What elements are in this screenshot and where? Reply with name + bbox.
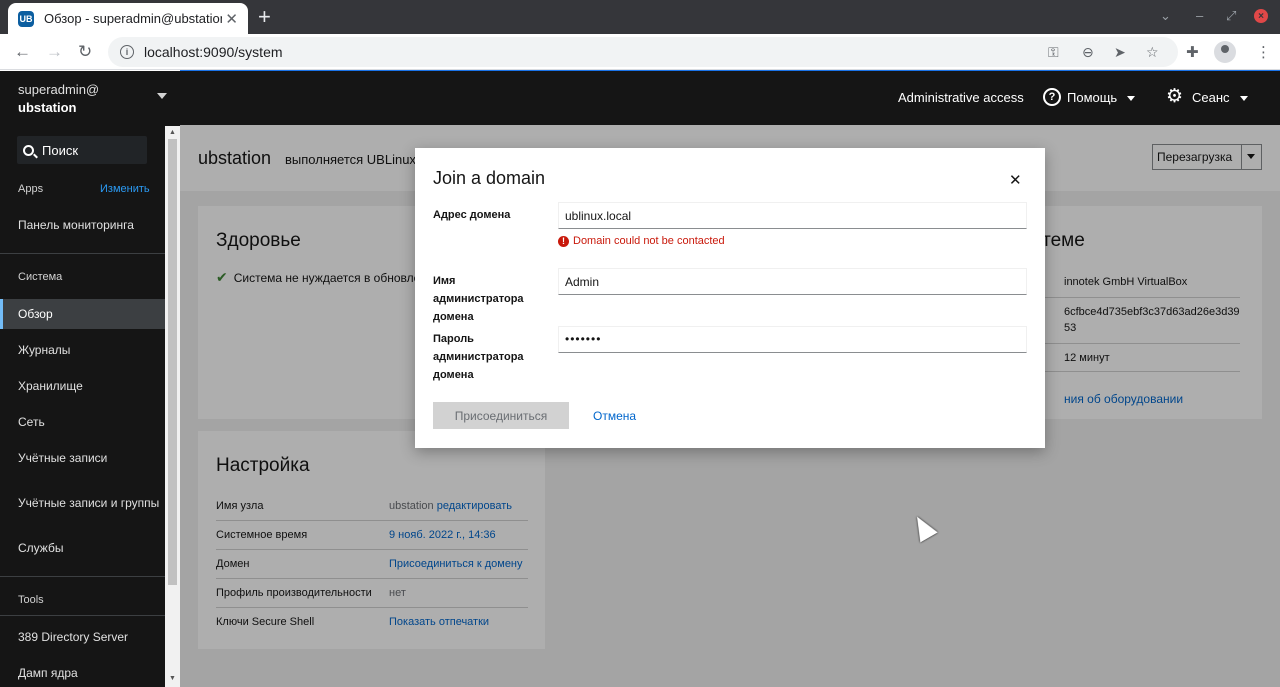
admin-access-button[interactable]: Administrative access — [898, 90, 1024, 105]
sidebar-item-monitoring[interactable]: Панель мониторинга — [0, 210, 165, 240]
admin-password-label-line2: администратора — [433, 351, 524, 363]
host-switcher[interactable]: superadmin@ ubstation — [18, 81, 99, 117]
gear-icon[interactable]: ⚙ — [1166, 87, 1186, 107]
sidebar-item-389-ds[interactable]: 389 Directory Server — [0, 622, 165, 652]
key-icon[interactable]: ⚿ — [1048, 44, 1059, 61]
domain-error-text: Domain could not be contacted — [573, 235, 725, 247]
domain-address-input[interactable] — [558, 202, 1027, 229]
join-button[interactable]: Присоединиться — [433, 402, 569, 429]
search-label: Поиск — [42, 142, 79, 158]
bookmark-star-icon[interactable]: ☆ — [1146, 44, 1159, 61]
help-icon[interactable]: ? — [1043, 88, 1061, 106]
sidebar-item-services[interactable]: Службы — [0, 533, 165, 563]
url-text[interactable]: localhost:9090/system — [144, 44, 283, 60]
session-menu-button[interactable]: Сеанс — [1192, 90, 1230, 105]
admin-name-label: Имя администратора домена — [433, 272, 548, 326]
host-user: superadmin@ — [18, 82, 100, 97]
join-domain-dialog: Join a domain ✕ Адрес домена ! Domain co… — [415, 148, 1045, 448]
masthead: Administrative access ? Помощь ⚙ Сеанс — [180, 71, 1280, 125]
tab-close-icon[interactable]: ✕ — [225, 10, 238, 28]
admin-name-label-line2: домена — [433, 311, 474, 323]
admin-password-label-line1: Пароль — [433, 333, 474, 345]
site-info-icon[interactable]: i — [120, 45, 134, 59]
sidebar-item-accounts[interactable]: Учётные записи — [0, 443, 165, 473]
browser-toolbar: ← → ↻ i localhost:9090/system ⚿ ⊖ ➤ ☆ ✚ … — [0, 34, 1280, 70]
sidebar-item-kdump[interactable]: Дамп ядра — [0, 658, 165, 687]
admin-password-input[interactable]: ••••••• — [558, 326, 1027, 353]
sidebar-item-storage[interactable]: Хранилище — [0, 371, 165, 401]
scroll-up-icon[interactable]: ▲ — [169, 129, 176, 136]
sidebar-divider — [0, 576, 165, 577]
extensions-icon[interactable]: ✚ — [1186, 43, 1199, 61]
new-tab-icon[interactable]: + — [258, 4, 271, 30]
search-icon — [23, 144, 34, 156]
forward-icon[interactable]: → — [46, 42, 63, 62]
window-close-icon[interactable]: × — [1254, 9, 1268, 23]
dialog-title: Join a domain — [433, 168, 546, 188]
session-caret-icon[interactable] — [1240, 96, 1248, 101]
browser-tab[interactable]: UB Обзор - superadmin@ubstation ✕ — [8, 3, 248, 34]
host-caret-icon[interactable] — [157, 93, 167, 99]
restore-icon[interactable]: ⤢ — [1226, 8, 1236, 24]
address-bar[interactable]: i localhost:9090/system ⚿ ⊖ ➤ ☆ — [108, 37, 1178, 67]
scroll-down-icon[interactable]: ▼ — [169, 675, 176, 682]
help-caret-icon[interactable] — [1127, 96, 1135, 101]
apps-section-label: Apps — [18, 183, 44, 195]
nav-search-input[interactable]: Поиск — [17, 136, 147, 164]
profile-avatar-icon[interactable] — [1214, 41, 1236, 63]
system-section-label: Система — [18, 271, 63, 283]
domain-address-label: Адрес домена — [433, 209, 511, 221]
reload-icon[interactable]: ↻ — [78, 42, 92, 62]
tab-favicon-icon: UB — [18, 10, 34, 27]
sidebar-divider — [0, 253, 165, 254]
zoom-icon[interactable]: ⊖ — [1082, 44, 1094, 61]
minimize-icon[interactable]: – — [1196, 8, 1203, 23]
edit-apps-link[interactable]: Изменить — [100, 183, 150, 195]
sidebar-item-network[interactable]: Сеть — [0, 407, 165, 437]
tools-section-label: Tools — [18, 594, 44, 606]
tab-title: Обзор - superadmin@ubstation — [44, 11, 222, 26]
sidebar: superadmin@ ubstation Поиск Apps Изменит… — [0, 71, 180, 687]
help-menu-button[interactable]: Помощь — [1067, 90, 1117, 105]
host-name: ubstation — [18, 100, 77, 115]
admin-password-label: Пароль администратора домена — [433, 330, 548, 384]
admin-name-input[interactable] — [558, 268, 1027, 295]
browser-tab-strip: UB Обзор - superadmin@ubstation ✕ + ⌄ – … — [0, 0, 1280, 34]
sidebar-scroll-thumb[interactable] — [168, 139, 177, 585]
sidebar-item-overview[interactable]: Обзор — [0, 299, 165, 329]
error-icon: ! — [558, 235, 569, 247]
menu-kebab-icon[interactable]: ⋮ — [1256, 43, 1271, 61]
sidebar-item-logs[interactable]: Журналы — [0, 335, 165, 365]
sidebar-divider — [0, 615, 165, 616]
send-icon[interactable]: ➤ — [1114, 44, 1126, 61]
close-icon[interactable]: ✕ — [1009, 171, 1022, 189]
admin-name-label-line1: Имя администратора — [433, 275, 524, 305]
back-icon[interactable]: ← — [14, 42, 31, 62]
admin-password-label-line3: домена — [433, 369, 474, 381]
tab-search-icon[interactable]: ⌄ — [1160, 8, 1171, 24]
domain-error: ! Domain could not be contacted — [558, 235, 725, 247]
cancel-button[interactable]: Отмена — [593, 409, 636, 423]
sidebar-item-accounts-groups[interactable]: Учётные записи и группы — [0, 483, 165, 523]
